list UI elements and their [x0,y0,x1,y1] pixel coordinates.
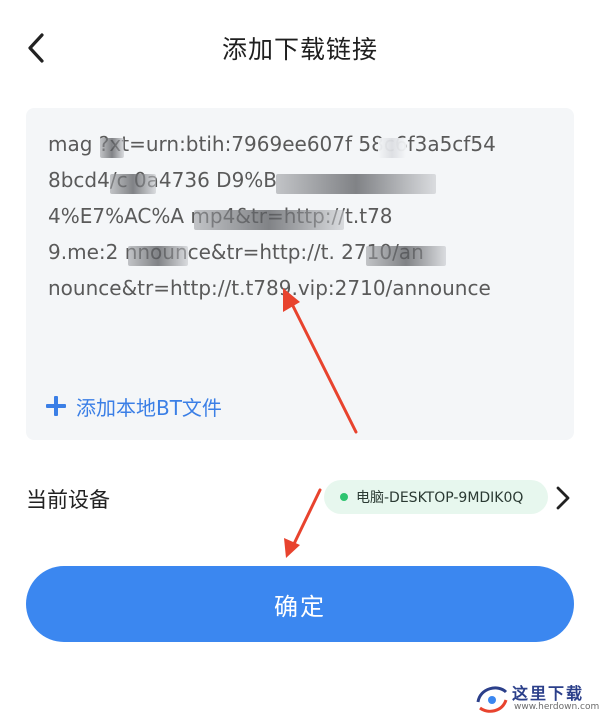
status-dot [340,493,348,501]
link-line: nounce&tr=http://t.t789.vip:2710/announc… [48,276,491,300]
redaction-mask [100,138,124,158]
watermark-url: www.herdown.com [514,702,600,712]
confirm-button[interactable]: 确定 [26,566,574,642]
redaction-mask [366,246,446,266]
add-local-bt-label: 添加本地BT文件 [76,395,222,420]
device-chevron-button[interactable] [552,484,574,512]
watermark-swirl-icon [476,686,508,713]
device-label: 当前设备 [26,488,110,512]
redaction-mask [378,138,406,158]
device-row[interactable]: 当前设备 电脑-DESKTOP-9MDIK0Q [26,470,574,526]
device-chip[interactable]: 电脑-DESKTOP-9MDIK0Q [324,480,548,514]
redaction-mask [110,174,156,194]
link-input-box[interactable]: mag ?xt=urn:btih:7969ee607f 58c6f3a5cf54… [26,108,574,440]
device-name: 电脑-DESKTOP-9MDIK0Q [356,490,524,506]
redaction-mask [128,246,188,266]
add-local-bt-button[interactable]: 添加本地BT文件 [46,390,222,422]
header: 添加下载链接 [0,0,600,96]
redaction-mask [276,174,436,194]
plus-icon [46,396,66,416]
link-line: mag ?xt=urn:btih:7969ee607f 58c6f3a5cf54 [48,132,496,156]
redaction-mask [194,210,344,230]
watermark-logo: 这里下载 www.herdown.com [470,676,600,718]
chevron-right-icon [556,486,570,510]
page-title: 添加下载链接 [221,35,378,64]
watermark-brand: 这里下载 [512,684,585,703]
link-line: 9.me:2 nnounce&tr=http://t. 2710/an [48,240,424,264]
